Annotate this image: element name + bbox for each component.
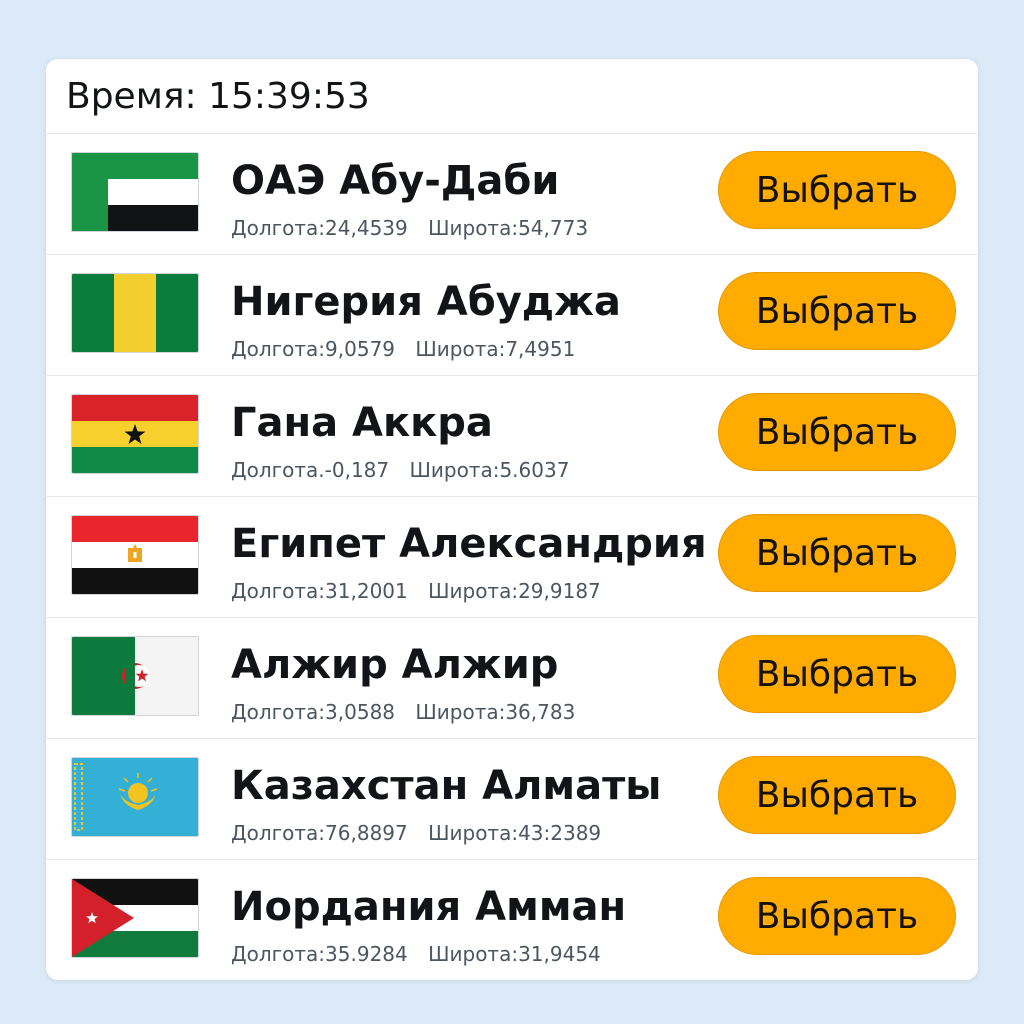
city-coordinates: Долгота:35.9284 Широта:31,9454 [231, 942, 615, 966]
city-coordinates: Долгота:24,4539 Широта:54,773 [231, 216, 602, 240]
latitude-value: Широта:5.6037 [409, 458, 570, 482]
latitude-value: Широта:31,9454 [428, 942, 601, 966]
latitude-value: Широта:54,773 [428, 216, 589, 240]
longitude-value: Долгота:24,4539 [231, 216, 408, 240]
city-row: Алжир Алжир Долгота:3,0588 Широта:36,783… [46, 618, 978, 739]
city-name: Алжир Алжир [231, 642, 559, 688]
algeria-flag-icon [71, 636, 199, 716]
jordan-flag-icon [71, 878, 199, 958]
latitude-value: Широта:36,783 [415, 700, 576, 724]
nigeria-flag-icon [71, 273, 199, 353]
city-coordinates: Долгота:31,2001 Широта:29,9187 [231, 579, 615, 603]
city-name: Гана Аккра [231, 400, 493, 446]
select-button[interactable]: Выбрать [718, 756, 956, 834]
egypt-flag-icon [71, 515, 199, 595]
time-label: Время: 15:39:53 [66, 75, 370, 117]
longitude-value: Долгота:35.9284 [231, 942, 408, 966]
uae-flag-icon [71, 152, 199, 232]
ghana-flag-icon [71, 394, 199, 474]
current-time: Время: 15:39:53 [46, 59, 978, 134]
city-coordinates: Долгота.-0,187 Широта:5.6037 [231, 458, 583, 482]
city-coordinates: Долгота:76,8897 Широта:43:2389 [231, 821, 615, 845]
select-button[interactable]: Выбрать [718, 514, 956, 592]
city-name: Нигерия Абуджа [231, 279, 621, 325]
kazakhstan-flag-icon [71, 757, 199, 837]
select-button[interactable]: Выбрать [718, 151, 956, 229]
latitude-value: Широта:43:2389 [428, 821, 602, 845]
latitude-value: Широта:7,4951 [415, 337, 576, 361]
longitude-value: Долгота:9,0579 [231, 337, 396, 361]
longitude-value: Долгота.-0,187 [231, 458, 390, 482]
longitude-value: Долгота:76,8897 [231, 821, 408, 845]
city-row: Нигерия Абуджа Долгота:9,0579 Широта:7,4… [46, 255, 978, 376]
city-row: Иордания Амман Долгота:35.9284 Широта:31… [46, 860, 978, 980]
city-row: Гана Аккра Долгота.-0,187 Широта:5.6037 … [46, 376, 978, 497]
city-name: Египет Александрия [231, 521, 707, 567]
city-coordinates: Долгота:3,0588 Широта:36,783 [231, 700, 589, 724]
city-row: ОАЭ Абу-Даби Долгота:24,4539 Широта:54,7… [46, 134, 978, 255]
longitude-value: Долгота:3,0588 [231, 700, 396, 724]
select-button[interactable]: Выбрать [718, 877, 956, 955]
city-row: Казахстан Алматы Долгота:76,8897 Широта:… [46, 739, 978, 860]
longitude-value: Долгота:31,2001 [231, 579, 408, 603]
city-row: Египет Александрия Долгота:31,2001 Широт… [46, 497, 978, 618]
city-coordinates: Долгота:9,0579 Широта:7,4951 [231, 337, 589, 361]
city-name: Иордания Амман [231, 884, 627, 930]
city-name: ОАЭ Абу-Даби [231, 158, 560, 204]
select-button[interactable]: Выбрать [718, 272, 956, 350]
city-name: Казахстан Алматы [231, 763, 662, 809]
select-button[interactable]: Выбрать [718, 635, 956, 713]
city-list-card: Время: 15:39:53 ОАЭ Абу-Даби Долгота:24,… [46, 59, 978, 980]
latitude-value: Широта:29,9187 [428, 579, 601, 603]
select-button[interactable]: Выбрать [718, 393, 956, 471]
